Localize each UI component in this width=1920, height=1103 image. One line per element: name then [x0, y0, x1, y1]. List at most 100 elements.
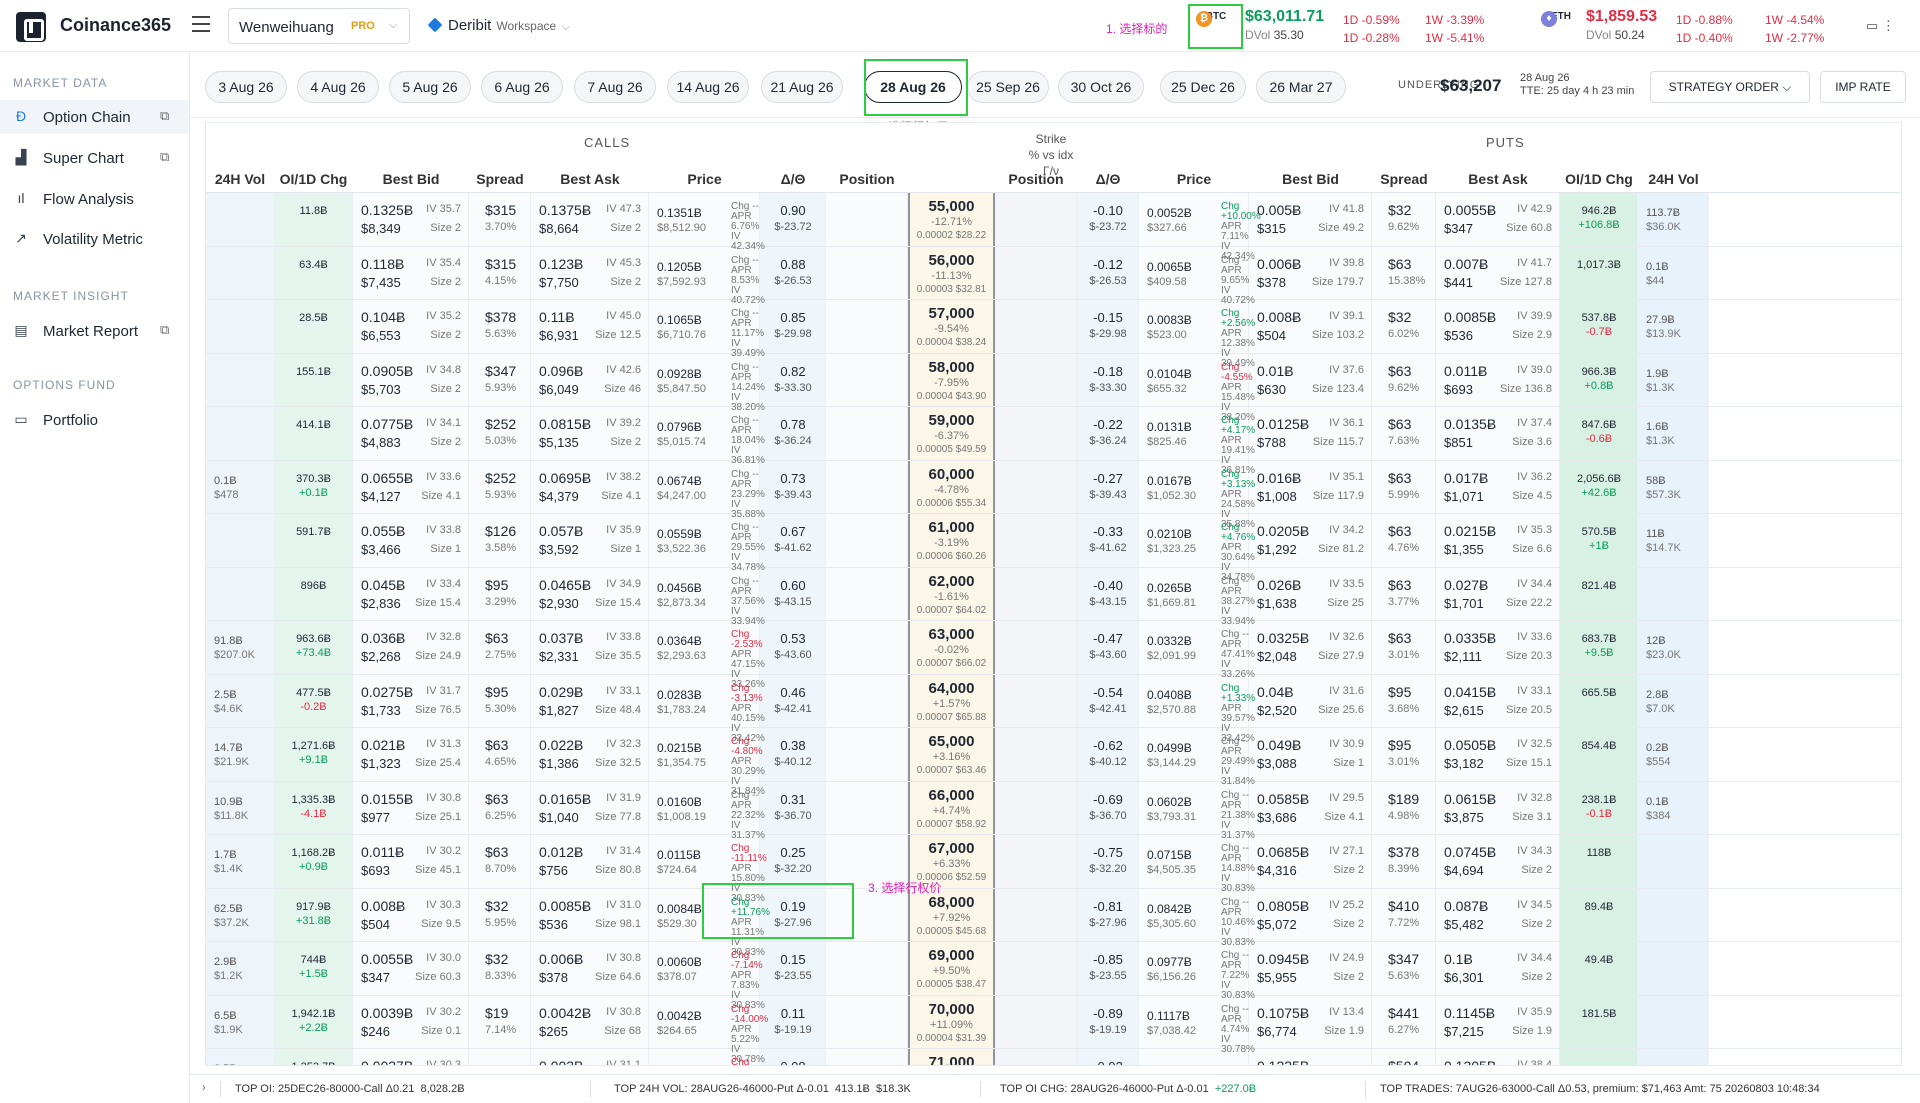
put-price-cell[interactable]: 0.0499Ƀ $3,144.29 Chg -- APR 29.49% IV 31.84… — [1139, 728, 1255, 787]
call-price-cell[interactable]: 0.1065Ƀ $6,710.76 Chg -- APR 11.17% IV 39.49… — [649, 300, 765, 359]
call-oi-cell[interactable]: 1,942.1Ƀ +2.2Ƀ — [274, 996, 353, 1050]
call-ask-cell[interactable]: 0.037Ƀ $2,331 IV 33.8 Size 35.5 — [531, 621, 649, 675]
put-spread-cell[interactable]: $441 6.27% — [1372, 996, 1436, 1050]
call-bid-cell[interactable]: 0.021Ƀ $1,323 IV 31.3 Size 25.4 — [353, 728, 469, 782]
call-oi-cell[interactable]: 917.9Ƀ +31.8Ƀ — [274, 889, 353, 943]
put-spread-cell[interactable]: $63 3.01% — [1372, 621, 1436, 675]
put-delta-cell[interactable]: -0.47 $-43.60 — [1077, 621, 1139, 675]
put-ask-cell[interactable]: 0.0215Ƀ $1,355 IV 35.3 Size 6.6 — [1436, 514, 1560, 568]
expiry-chip[interactable]: 26 Mar 27 — [1256, 71, 1346, 103]
sidebar-item-super-chart[interactable]: ▟ Super Chart ⧉ — [0, 141, 189, 175]
put-delta-cell[interactable]: -0.12 $-26.53 — [1077, 247, 1139, 301]
call-oi-cell[interactable]: 63.4Ƀ — [274, 247, 353, 301]
column-header-price[interactable]: Price — [649, 171, 760, 187]
call-ask-cell[interactable]: 0.11Ƀ $6,931 IV 45.0 Size 12.5 — [531, 300, 649, 354]
put-pos-cell[interactable] — [995, 782, 1077, 836]
put-oi-cell[interactable]: 847.6Ƀ -0.6Ƀ — [1560, 407, 1638, 461]
strike-cell[interactable]: 69,000 +9.50% 0.00005 $38.47 — [908, 942, 995, 996]
sidebar-item-option-chain[interactable]: Ɖ Option Chain ⧉ — [0, 100, 189, 134]
call-spread-cell[interactable]: $378 5.63% — [469, 300, 531, 354]
put-pos-cell[interactable] — [995, 675, 1077, 729]
column-header-position[interactable]: Position — [995, 171, 1077, 187]
strike-cell[interactable]: 70,000 +11.09% 0.00004 $31.39 — [908, 996, 995, 1050]
put-delta-cell[interactable]: -0.40 $-43.15 — [1077, 568, 1139, 622]
call-delta-cell[interactable]: 0.11 $-19.19 — [760, 996, 826, 1050]
strike-cell[interactable]: 58,000 -7.95% 0.00004 $43.90 — [908, 354, 995, 408]
strike-cell[interactable]: 65,000 +3.16% 0.00007 $63.46 — [908, 728, 995, 782]
put-price-cell[interactable]: 0.0332Ƀ $2,091.99 Chg -- APR 47.41% IV 33.26… — [1139, 621, 1255, 680]
call-bid-cell[interactable]: 0.0775Ƀ $4,883 IV 34.1 Size 2 — [353, 407, 469, 461]
btc-selector[interactable]: ₿ BTC — [1196, 11, 1236, 27]
put-ask-cell[interactable]: 0.027Ƀ $1,701 IV 34.4 Size 22.2 — [1436, 568, 1560, 622]
put-bid-cell[interactable]: 0.0805Ƀ $5,072 IV 25.2 Size 2 — [1249, 889, 1372, 943]
strike-cell[interactable]: 64,000 +1.57% 0.00007 $65.88 — [908, 675, 995, 729]
strike-cell[interactable]: 71,000 — [908, 1049, 995, 1065]
call-vol-cell[interactable]: 2.5Ƀ — [206, 1049, 274, 1065]
top-oi-chg[interactable]: TOP OI CHG: 28AUG26-46000-Put Δ-0.01 +22… — [1000, 1083, 1256, 1095]
call-delta-cell[interactable]: 0.67 $-41.62 — [760, 514, 826, 568]
put-oi-cell[interactable]: 854.4Ƀ — [1560, 728, 1638, 782]
put-spread-cell[interactable]: $63 4.76% — [1372, 514, 1436, 568]
put-delta-cell[interactable]: -0.85 $-23.55 — [1077, 942, 1139, 996]
put-vol-cell[interactable]: 27.9Ƀ $13.9K — [1638, 300, 1709, 354]
call-spread-cell[interactable]: $126 3.58% — [469, 514, 531, 568]
put-ask-cell[interactable]: 0.1145Ƀ $7,215 IV 35.9 Size 1.9 — [1436, 996, 1560, 1050]
put-spread-cell[interactable]: $63 15.38% — [1372, 247, 1436, 301]
strike-cell[interactable]: 62,000 -1.61% 0.00007 $64.02 — [908, 568, 995, 622]
put-ask-cell[interactable]: 0.0615Ƀ $3,875 IV 32.8 Size 3.1 — [1436, 782, 1560, 836]
call-delta-cell[interactable]: 0.15 $-23.55 — [760, 942, 826, 996]
sidebar-item-volatility-metric[interactable]: ↗ Volatility Metric — [0, 222, 189, 256]
put-spread-cell[interactable]: $410 7.72% — [1372, 889, 1436, 943]
put-bid-cell[interactable]: 0.026Ƀ $1,638 IV 33.5 Size 25 — [1249, 568, 1372, 622]
call-delta-cell[interactable]: 0.46 $-42.41 — [760, 675, 826, 729]
logo-icon[interactable] — [16, 12, 46, 42]
put-price-cell[interactable]: 0.0131Ƀ $825.46 Chg +4.17% APR 19.41% IV 36.… — [1139, 407, 1255, 476]
call-ask-cell[interactable]: 0.003Ƀ IV 31.1 — [531, 1049, 649, 1065]
call-price-cell[interactable]: Chg -3.33% — [649, 1049, 760, 1066]
put-oi-cell[interactable]: 570.5Ƀ +1Ƀ — [1560, 514, 1638, 568]
call-price-cell[interactable]: 0.1205Ƀ $7,592.93 Chg -- APR 8.53% IV 40.72% — [649, 247, 765, 305]
call-vol-cell[interactable] — [206, 300, 274, 354]
put-ask-cell[interactable]: 0.0505Ƀ $3,182 IV 32.5 Size 15.1 — [1436, 728, 1560, 782]
expiry-chip[interactable]: 25 Sep 26 — [967, 71, 1049, 103]
call-delta-cell[interactable]: 0.53 $-43.60 — [760, 621, 826, 675]
call-price-cell[interactable]: 0.0115Ƀ $724.64 Chg -11.11% APR 15.80% IV 30… — [649, 835, 767, 904]
call-bid-cell[interactable]: 0.036Ƀ $2,268 IV 32.8 Size 24.9 — [353, 621, 469, 675]
put-spread-cell[interactable]: $347 5.63% — [1372, 942, 1436, 996]
call-ask-cell[interactable]: 0.0695Ƀ $4,379 IV 38.2 Size 4.1 — [531, 461, 649, 515]
put-vol-cell[interactable]: 1.6Ƀ $1.3K — [1638, 407, 1709, 461]
put-oi-cell[interactable]: 49.4Ƀ — [1560, 942, 1638, 996]
call-spread-cell[interactable]: $315 4.15% — [469, 247, 531, 301]
put-bid-cell[interactable]: 0.049Ƀ $3,088 IV 30.9 Size 1 — [1249, 728, 1372, 782]
call-price-cell[interactable]: 0.0160Ƀ $1,008.19 Chg -- APR 22.32% IV 31.37… — [649, 782, 765, 840]
expiry-chip[interactable]: 21 Aug 26 — [761, 71, 843, 103]
call-spread-cell[interactable]: $95 3.29% — [469, 568, 531, 622]
put-vol-cell[interactable]: 2.8Ƀ $7.0K — [1638, 675, 1709, 729]
call-price-cell[interactable]: 0.0283Ƀ $1,783.24 Chg -3.13% APR 40.15% IV 3… — [649, 675, 765, 743]
put-pos-cell[interactable] — [995, 942, 1077, 996]
put-ask-cell[interactable]: 0.0085Ƀ $536 IV 39.9 Size 2.9 — [1436, 300, 1560, 354]
call-vol-cell[interactable] — [206, 514, 274, 568]
put-spread-cell[interactable]: $378 8.39% — [1372, 835, 1436, 889]
strike-cell[interactable]: 61,000 -3.19% 0.00006 $60.26 — [908, 514, 995, 568]
call-vol-cell[interactable]: 6.5Ƀ $1.9K — [206, 996, 274, 1050]
put-vol-cell[interactable]: 0.2Ƀ $554 — [1638, 728, 1709, 782]
call-ask-cell[interactable]: 0.012Ƀ $756 IV 31.4 Size 80.8 — [531, 835, 649, 889]
call-vol-cell[interactable]: 91.8Ƀ $207.0K — [206, 621, 274, 675]
column-header-ask[interactable]: Best Ask — [531, 171, 649, 187]
top-24h-vol[interactable]: TOP 24H VOL: 28AUG26-46000-Put Δ-0.01 41… — [614, 1083, 911, 1095]
column-header-delta[interactable]: Δ/Θ — [760, 171, 826, 187]
put-ask-cell[interactable]: 0.007Ƀ $441 IV 41.7 Size 127.8 — [1436, 247, 1560, 301]
strike-cell[interactable]: 68,000 +7.92% 0.00005 $45.68 — [908, 889, 995, 943]
put-pos-cell[interactable] — [995, 728, 1077, 782]
call-pos-cell[interactable] — [826, 1049, 908, 1065]
call-bid-cell[interactable]: 0.0905Ƀ $5,703 IV 34.8 Size 2 — [353, 354, 469, 408]
put-oi-cell[interactable]: 1,017.3Ƀ — [1560, 247, 1638, 301]
put-spread-cell[interactable]: $32 6.02% — [1372, 300, 1436, 354]
put-price-cell[interactable]: 0.0265Ƀ $1,669.81 Chg -- APR 38.27% IV 33.94… — [1139, 568, 1255, 626]
put-vol-cell[interactable]: 58Ƀ $57.3K — [1638, 461, 1709, 515]
put-bid-cell[interactable]: 0.1075Ƀ $6,774 IV 13.4 Size 1.9 — [1249, 996, 1372, 1050]
put-bid-cell[interactable]: 0.0585Ƀ $3,686 IV 29.5 Size 4.1 — [1249, 782, 1372, 836]
put-oi-cell[interactable]: 821.4Ƀ — [1560, 568, 1638, 622]
call-oi-cell[interactable]: 477.5Ƀ -0.2Ƀ — [274, 675, 353, 729]
